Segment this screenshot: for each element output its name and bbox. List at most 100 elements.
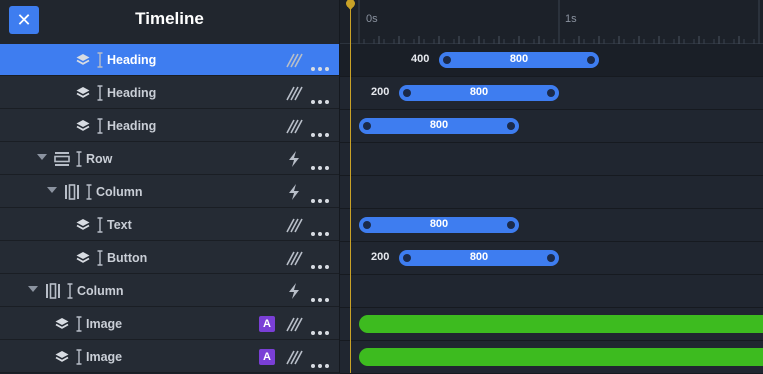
more-options-icon[interactable]	[310, 322, 330, 335]
layer-row-column[interactable]: Column	[0, 275, 339, 307]
lightning-icon[interactable]	[285, 282, 303, 300]
layers-icon	[75, 217, 91, 233]
ease-curve-icon[interactable]	[285, 117, 303, 135]
layer-label: Heading	[107, 53, 157, 67]
animation-bar[interactable]: 800	[359, 118, 519, 134]
bar-end-handle[interactable]	[507, 122, 515, 130]
more-options-icon[interactable]	[310, 223, 330, 236]
collapse-caret-icon[interactable]	[37, 154, 47, 160]
bar-end-handle[interactable]	[507, 221, 515, 229]
timeline-track	[340, 143, 763, 176]
layers-icon	[54, 316, 70, 332]
timeline-header: ✕ Timeline	[0, 0, 339, 44]
layers-icon	[75, 250, 91, 266]
ease-curve-icon[interactable]	[285, 51, 303, 69]
animation-bar-green[interactable]	[359, 315, 763, 333]
layer-row-row[interactable]: Row	[0, 143, 339, 175]
layer-label: Column	[96, 185, 143, 199]
text-cursor-icon	[97, 250, 103, 266]
layer-label: Row	[86, 152, 113, 166]
collapse-caret-icon[interactable]	[28, 286, 38, 292]
layer-label: Button	[107, 251, 148, 265]
animation-bar[interactable]: 800	[399, 85, 559, 101]
layer-row-text[interactable]: Text	[0, 209, 339, 241]
timeline-track: 800	[340, 110, 763, 143]
lightning-icon[interactable]	[285, 183, 303, 201]
layer-row-image[interactable]: Image A	[0, 341, 339, 373]
timeline-track: 200 800	[340, 77, 763, 110]
ease-curve-icon[interactable]	[285, 348, 303, 366]
more-options-icon[interactable]	[310, 124, 330, 137]
text-cursor-icon	[76, 316, 82, 332]
animation-badge[interactable]: A	[259, 316, 275, 332]
text-cursor-icon	[97, 217, 103, 233]
ease-curve-icon[interactable]	[285, 315, 303, 333]
animation-bar[interactable]: 800	[359, 217, 519, 233]
tick-label-0s: 0s	[366, 13, 378, 25]
layer-label: Heading	[107, 86, 157, 100]
layer-row-heading[interactable]: Heading	[0, 77, 339, 109]
row-icon	[54, 151, 70, 167]
more-options-icon[interactable]	[310, 190, 330, 203]
layer-label: Text	[107, 218, 132, 232]
column-icon	[64, 184, 80, 200]
animation-bar-green[interactable]	[359, 348, 763, 366]
more-options-icon[interactable]	[310, 355, 330, 368]
layers-icon	[75, 52, 91, 68]
more-options-icon[interactable]	[310, 256, 330, 269]
ease-curve-icon[interactable]	[285, 216, 303, 234]
lightning-icon[interactable]	[285, 150, 303, 168]
layer-row-column[interactable]: Column	[0, 176, 339, 208]
delay-label: 200	[371, 86, 390, 98]
delay-label: 400	[411, 53, 430, 65]
text-cursor-icon	[67, 283, 73, 299]
duration-label: 800	[429, 119, 449, 131]
more-options-icon[interactable]	[310, 157, 330, 170]
timeline-track	[340, 341, 763, 374]
text-cursor-icon	[76, 349, 82, 365]
timeline-track: 800	[340, 209, 763, 242]
layer-label: Image	[86, 317, 123, 331]
column-icon	[45, 283, 61, 299]
duration-label: 800	[429, 218, 449, 230]
timeline-track	[340, 308, 763, 341]
duration-label: 800	[469, 251, 489, 263]
ruler-ticks	[340, 0, 763, 44]
playhead-handle[interactable]	[345, 0, 356, 10]
layer-row-image[interactable]: Image A	[0, 308, 339, 340]
animation-bar[interactable]: 800	[439, 52, 599, 68]
duration-label: 800	[509, 53, 529, 65]
animation-bar[interactable]: 800	[399, 250, 559, 266]
ease-curve-icon[interactable]	[285, 84, 303, 102]
duration-label: 800	[469, 86, 489, 98]
more-options-icon[interactable]	[310, 91, 330, 104]
layer-label: Column	[77, 284, 124, 298]
timeline-track: 200 800	[340, 242, 763, 275]
tick-label-1s: 1s	[565, 13, 577, 25]
more-options-icon[interactable]	[310, 58, 330, 71]
layer-row-heading[interactable]: Heading	[0, 110, 339, 142]
collapse-caret-icon[interactable]	[47, 187, 57, 193]
bar-end-handle[interactable]	[547, 254, 555, 262]
animation-badge[interactable]: A	[259, 349, 275, 365]
time-ruler[interactable]: 0s 1s	[340, 0, 763, 44]
text-cursor-icon	[76, 151, 82, 167]
layers-icon	[54, 349, 70, 365]
bar-end-handle[interactable]	[587, 56, 595, 64]
playhead-line	[350, 8, 351, 373]
text-cursor-icon	[97, 118, 103, 134]
layers-icon	[75, 85, 91, 101]
timeline-track	[340, 176, 763, 209]
text-cursor-icon	[86, 184, 92, 200]
timeline-track	[340, 275, 763, 308]
timeline-track: 400 800	[340, 44, 763, 77]
layer-row-heading[interactable]: Heading	[0, 44, 339, 76]
layer-row-button[interactable]: Button	[0, 242, 339, 274]
layer-label: Heading	[107, 119, 157, 133]
layers-icon	[75, 118, 91, 134]
bar-end-handle[interactable]	[547, 89, 555, 97]
ease-curve-icon[interactable]	[285, 249, 303, 267]
delay-label: 200	[371, 251, 390, 263]
text-cursor-icon	[97, 52, 103, 68]
more-options-icon[interactable]	[310, 289, 330, 302]
